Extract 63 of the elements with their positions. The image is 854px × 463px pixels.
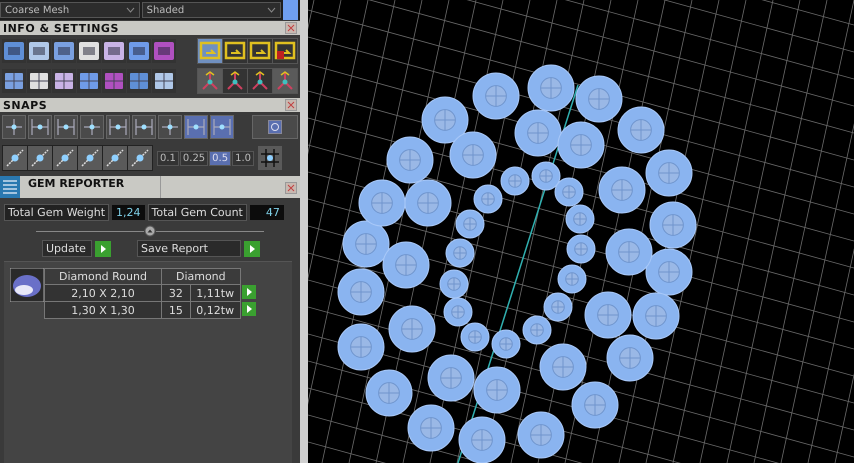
play-icon[interactable] <box>242 302 256 316</box>
snap-button[interactable] <box>80 115 104 139</box>
field-label: Total Gem Weight <box>4 204 110 221</box>
table-cell: 2,10 X 2,10 <box>44 284 162 302</box>
circle-snap-icon <box>268 120 282 134</box>
layout-icon[interactable] <box>2 69 26 93</box>
total-weight-value: 1,24 <box>112 205 145 220</box>
snap-button[interactable] <box>2 115 26 139</box>
gem-thumbnail-icon <box>10 268 44 302</box>
shading-dropdown[interactable]: Shaded <box>142 2 282 18</box>
snap-point-icon <box>160 117 180 137</box>
table-cell: 0,12tw <box>190 302 240 318</box>
total-count-value: 47 <box>250 205 284 220</box>
panel-title: GEM REPORTER <box>20 176 160 198</box>
chevron-icon <box>126 7 135 13</box>
snap-point-icon <box>82 117 102 137</box>
chevron-icon <box>267 7 276 13</box>
gizmo-icon[interactable] <box>248 69 272 93</box>
snap-button[interactable] <box>252 115 298 139</box>
snap-button[interactable] <box>158 115 182 139</box>
table-cell: 1,30 X 1,30 <box>44 302 162 318</box>
snap-point-icon <box>212 117 232 137</box>
column-header: Diamond Round <box>44 268 162 284</box>
action-button[interactable]: Save Report <box>137 240 241 257</box>
snap-point-icon <box>4 117 24 137</box>
snap-button[interactable] <box>54 115 78 139</box>
snap-point-icon <box>186 117 206 137</box>
grid-size-option[interactable]: 0.25 <box>180 150 208 166</box>
gizmo-icon[interactable] <box>198 69 222 93</box>
snap-button[interactable] <box>132 115 156 139</box>
snap-button[interactable] <box>106 115 130 139</box>
close-icon[interactable] <box>285 99 297 111</box>
field-label: Total Gem Count <box>148 204 247 221</box>
snap-point-icon <box>30 117 50 137</box>
mesh-dropdown[interactable]: Coarse Mesh <box>0 2 140 18</box>
table-cell: 32 <box>161 284 190 302</box>
snap-point-icon <box>56 117 76 137</box>
close-icon[interactable] <box>285 22 297 34</box>
snap-button[interactable] <box>184 115 208 139</box>
gizmo-icon[interactable] <box>223 69 247 93</box>
snap-button[interactable] <box>28 115 52 139</box>
table-cell: 15 <box>161 302 190 318</box>
snap-point-icon <box>108 117 128 137</box>
action-button[interactable]: Update <box>42 240 92 257</box>
grid-size-option[interactable]: 0.5 <box>209 150 232 166</box>
panel-title: INFO & SETTINGS <box>3 22 119 34</box>
grid-snap-icon[interactable] <box>3 146 27 170</box>
play-icon[interactable] <box>242 284 256 298</box>
gizmo-icon[interactable] <box>273 69 297 93</box>
gem-report-icon <box>0 176 20 198</box>
collapse-handle-icon[interactable] <box>144 225 156 237</box>
grid-size-option[interactable]: 0.1 <box>157 150 179 166</box>
play-icon[interactable] <box>244 240 260 256</box>
column-header: Diamond <box>161 268 240 284</box>
snap-point-icon <box>134 117 154 137</box>
grid-size-option[interactable]: 1.0 <box>232 150 254 166</box>
close-icon[interactable] <box>285 182 297 194</box>
panel-title: SNAPS <box>3 98 48 112</box>
snap-button[interactable] <box>210 115 234 139</box>
window-cross-icon[interactable] <box>273 39 297 63</box>
grid-icon[interactable] <box>258 146 282 170</box>
table-cell: 1,11tw <box>190 284 240 302</box>
play-icon[interactable] <box>95 240 111 256</box>
